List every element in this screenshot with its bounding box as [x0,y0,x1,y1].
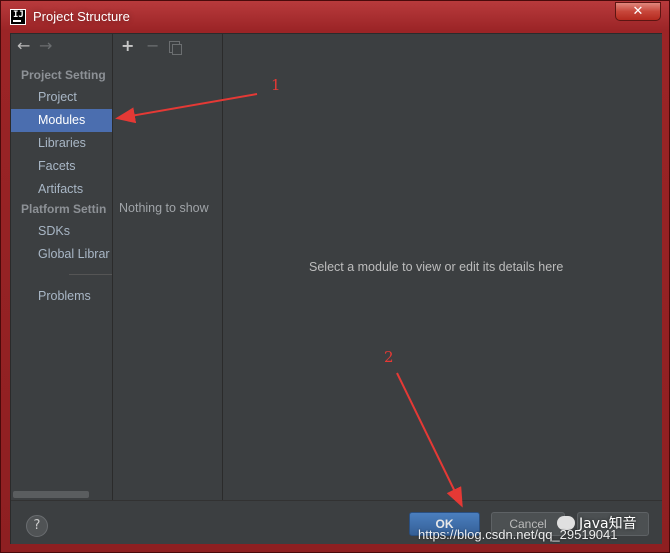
remove-icon[interactable]: − [146,36,159,55]
nav-item-facets[interactable]: Facets [11,155,112,178]
empty-list-text: Nothing to show [119,201,209,215]
close-icon: ✕ [632,4,644,19]
intellij-app-icon: IJ [10,9,26,25]
settings-nav: ← → Project Setting Project Modules Libra… [11,34,112,500]
nav-item-sdks[interactable]: SDKs [11,220,112,243]
module-details-panel: Select a module to view or edit its deta… [223,34,662,500]
project-settings-header: Project Setting [21,68,106,82]
copy-icon[interactable] [169,41,182,55]
back-arrow-icon[interactable]: ← [17,36,39,55]
module-list-panel: + − Nothing to show [113,34,222,500]
annotation-number-1: 1 [271,76,281,94]
nav-item-problems[interactable]: Problems [11,285,112,308]
details-placeholder-text: Select a module to view or edit its deta… [309,260,564,274]
nav-item-artifacts[interactable]: Artifacts [11,178,112,201]
nav-item-project[interactable]: Project [11,86,112,109]
dialog-content: ← → Project Setting Project Modules Libra… [10,33,662,544]
help-icon: ? [33,518,41,533]
project-structure-window: IJ Project Structure ✕ ← → Project Settin… [0,0,670,553]
forward-arrow-icon[interactable]: → [39,36,61,55]
nav-item-global-libraries[interactable]: Global Librar [11,243,112,266]
window-title: Project Structure [33,9,130,24]
platform-settings-header: Platform Settin [21,202,107,216]
nav-separator [69,274,112,275]
url-watermark: https://blog.csdn.net/qq_29519041 [418,527,618,542]
title-bar[interactable]: IJ Project Structure ✕ [1,1,670,33]
nav-item-modules[interactable]: Modules [11,109,112,132]
annotation-number-2: 2 [384,348,394,366]
nav-item-libraries[interactable]: Libraries [11,132,112,155]
help-button[interactable]: ? [26,515,48,537]
add-icon[interactable]: + [121,36,134,55]
nav-arrows: ← → [17,36,61,58]
close-button[interactable]: ✕ [615,2,661,21]
nav-horizontal-scrollbar[interactable] [13,491,89,498]
